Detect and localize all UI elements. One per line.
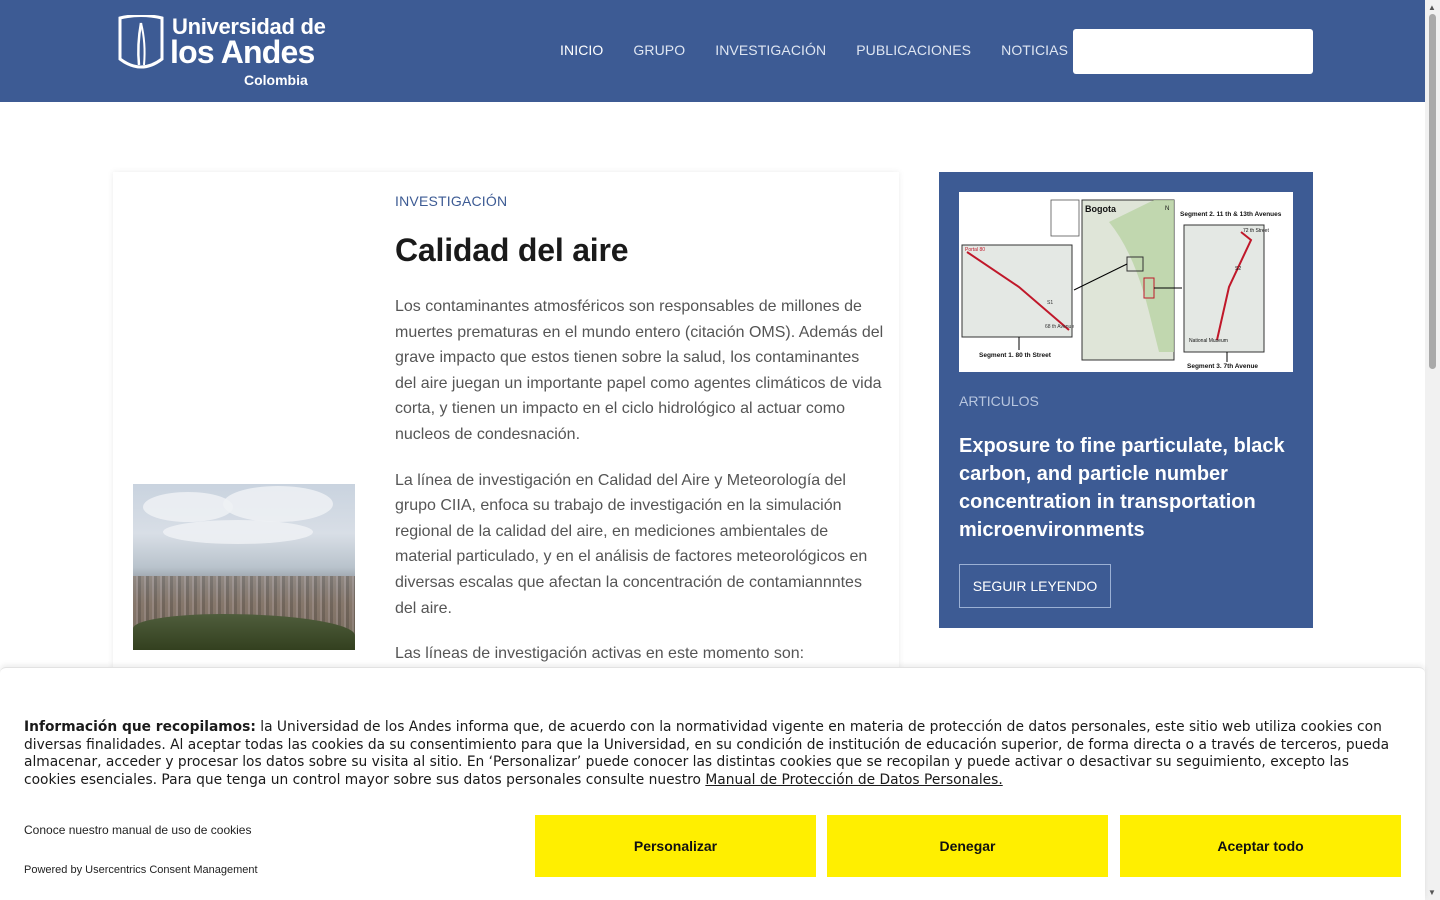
featured-article-panel: Portal 80 68 th Avenue S1 Segment 1. 80 …: [939, 172, 1313, 628]
map-label-s2: S2: [1235, 266, 1241, 272]
logo-text-line2: los Andes: [170, 34, 315, 70]
article-category[interactable]: INVESTIGACIÓN: [395, 193, 507, 209]
scroll-thumb[interactable]: [1429, 14, 1436, 369]
deny-button[interactable]: Denegar: [827, 815, 1108, 877]
privacy-manual-link[interactable]: Manual de Protección de Datos Personales…: [705, 772, 1002, 788]
logo-emblem-icon: [118, 15, 164, 69]
nav-item-inicio[interactable]: INICIO: [560, 42, 603, 58]
logo-text-line3: Colombia: [244, 72, 308, 88]
nav-item-noticias[interactable]: NOTICIAS: [1001, 42, 1068, 58]
page-title: Calidad del aire: [395, 232, 629, 268]
bogota-city-photo: [133, 484, 355, 650]
read-more-button[interactable]: SEGUIR LEYENDO: [959, 564, 1111, 608]
accept-all-button[interactable]: Aceptar todo: [1120, 815, 1401, 877]
scroll-down-arrow-icon[interactable]: ▼: [1428, 888, 1436, 897]
featured-title[interactable]: Exposure to fine particulate, black carb…: [959, 432, 1299, 544]
search-input[interactable]: [1073, 29, 1313, 74]
cookie-heading: Información que recopilamos:: [24, 719, 256, 735]
map-label-portal: Portal 80: [965, 247, 985, 253]
scroll-up-arrow-icon[interactable]: ▲: [1428, 3, 1436, 12]
nav-item-investigacion[interactable]: INVESTIGACIÓN: [715, 42, 826, 58]
map-label-s1: S1: [1047, 300, 1053, 306]
map-label-museum: National Museum: [1189, 338, 1228, 344]
main-nav: INICIO GRUPO INVESTIGACIÓN PUBLICACIONES…: [560, 42, 1098, 58]
nav-item-publicaciones[interactable]: PUBLICACIONES: [856, 42, 971, 58]
cookie-notice-text: Información que recopilamos: la Universi…: [24, 719, 1404, 789]
map-segment2: Segment 2. 11 th & 13th Avenues: [1180, 211, 1282, 218]
customize-button[interactable]: Personalizar: [535, 815, 816, 877]
map-label-68: 68 th Avenue: [1045, 324, 1074, 330]
paragraph: Las líneas de investigación activas en e…: [395, 645, 805, 663]
map-label-72: 72 th Street: [1243, 228, 1269, 234]
bogota-route-map[interactable]: Portal 80 68 th Avenue S1 Segment 1. 80 …: [959, 192, 1293, 372]
paragraph: Los contaminantes atmosféricos son respo…: [395, 298, 884, 443]
featured-category[interactable]: ARTICULOS: [959, 393, 1039, 409]
map-title: Bogota: [1085, 204, 1117, 214]
cookie-manual-link[interactable]: Conoce nuestro manual de uso de cookies: [24, 823, 251, 837]
page-scrollbar[interactable]: ▲ ▼: [1425, 0, 1440, 900]
nav-item-grupo[interactable]: GRUPO: [633, 42, 685, 58]
map-segment3: Segment 3. 7th Avenue: [1187, 363, 1258, 370]
article-body: Los contaminantes atmosféricos son respo…: [395, 294, 885, 687]
map-segment1: Segment 1. 80 th Street: [979, 352, 1052, 359]
map-north: N: [1165, 206, 1169, 212]
paragraph: La línea de investigación en Calidad del…: [395, 471, 868, 617]
site-header: Universidad de los Andes Colombia INICIO…: [0, 0, 1425, 102]
article-card: INVESTIGACIÓN Calidad del aire Los conta…: [113, 172, 899, 692]
university-logo[interactable]: Universidad de los Andes Colombia: [117, 14, 326, 90]
cookie-consent-banner: Información que recopilamos: la Universi…: [0, 667, 1425, 900]
powered-by-text[interactable]: Powered by Usercentrics Consent Manageme…: [24, 864, 258, 876]
